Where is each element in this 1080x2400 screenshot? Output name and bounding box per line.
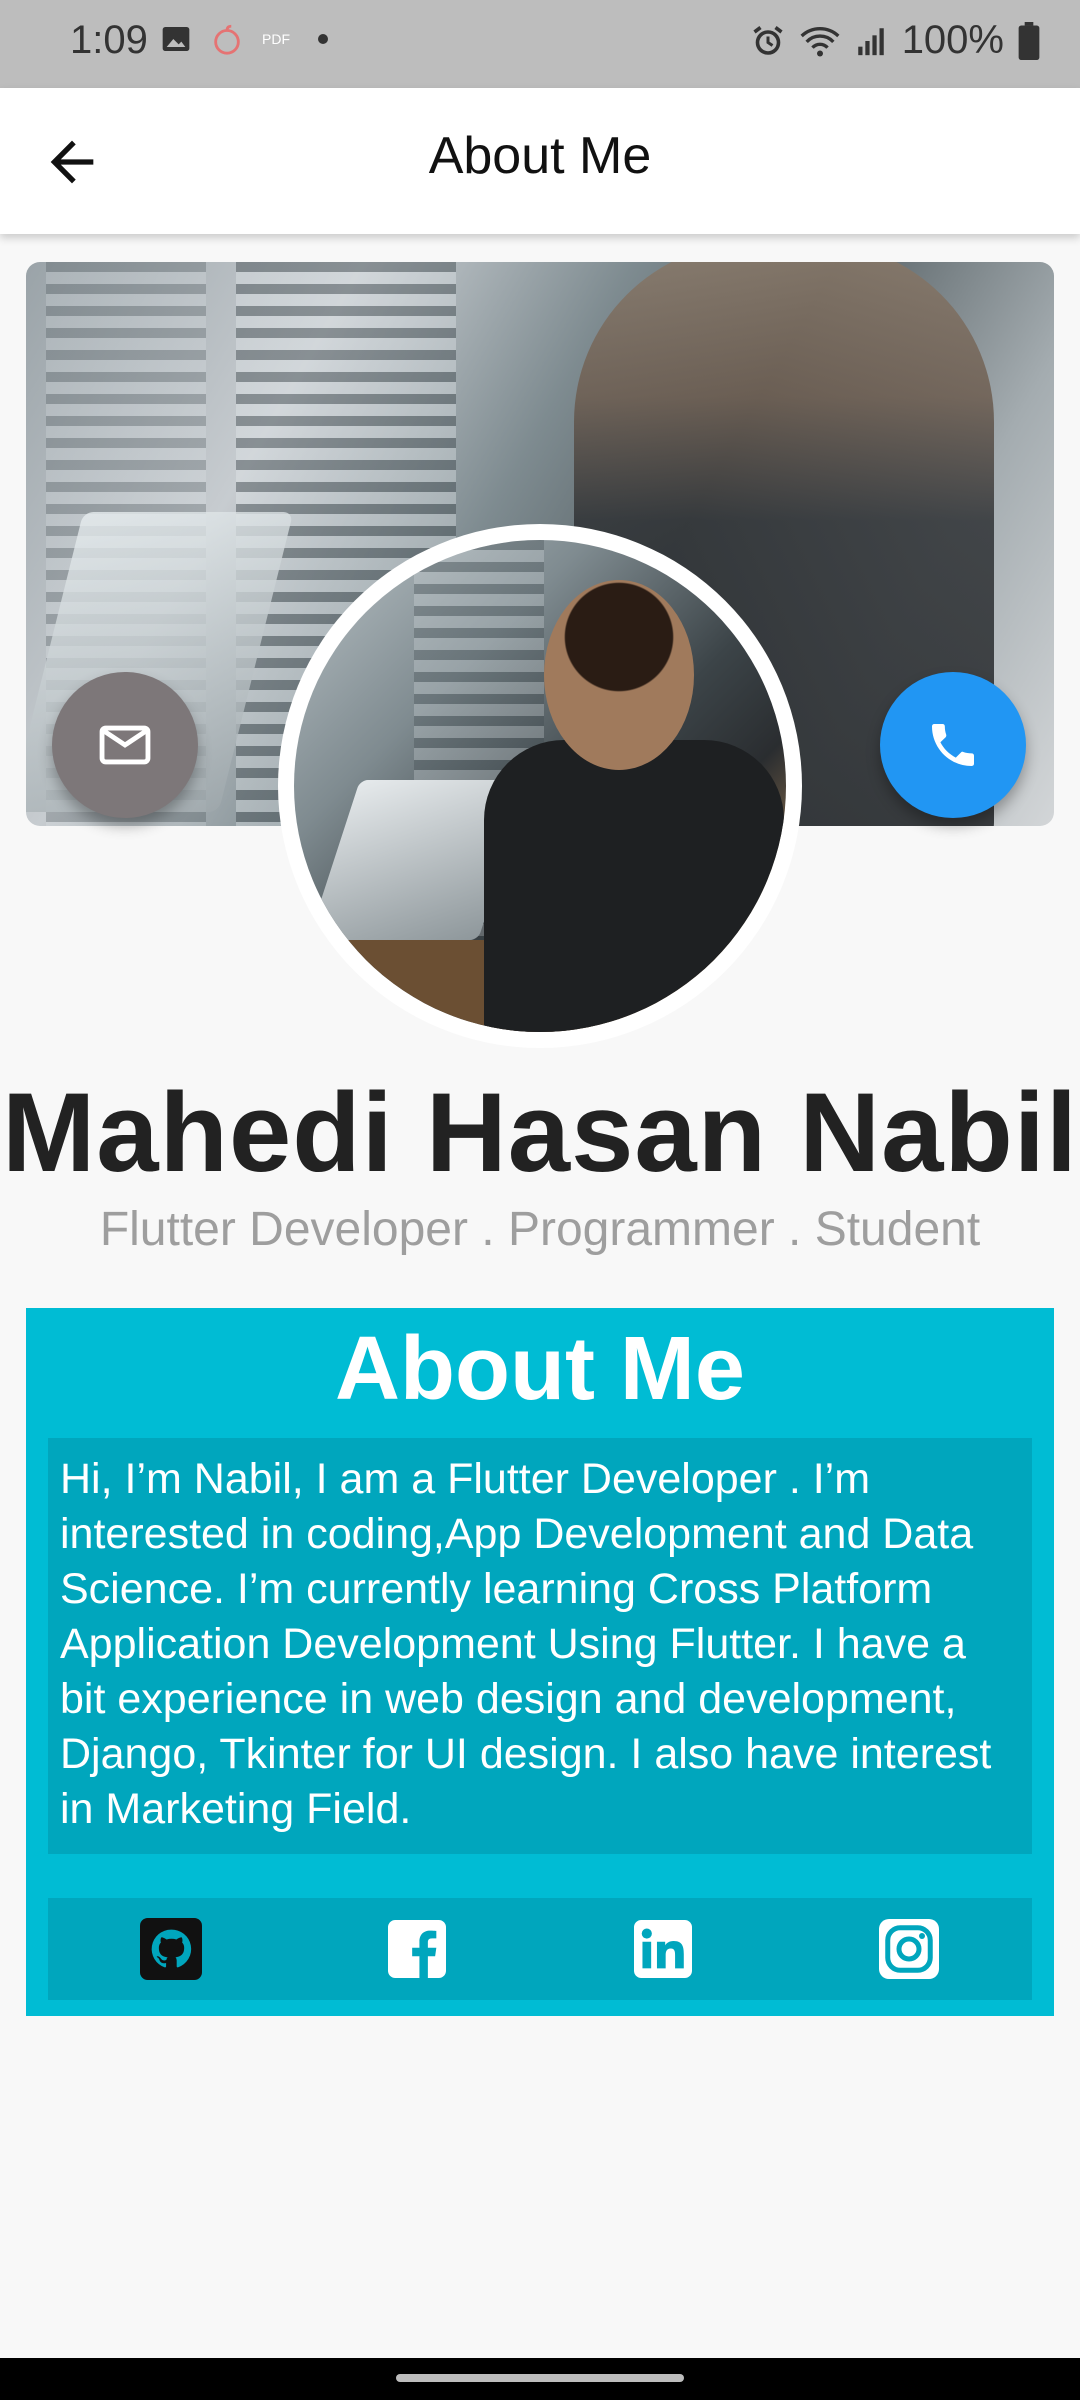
profile-subtitle: Flutter Developer . Programmer . Student [99,1203,981,1256]
system-icons: 100% [750,18,1040,63]
call-button[interactable] [880,672,1026,818]
phone-icon [932,724,974,766]
mail-button[interactable] [52,672,198,818]
about-heading: About Me [335,1319,745,1419]
pdf-icon: PDF [262,31,290,47]
mail-icon [99,725,151,765]
status-bar: 1:09 PDF 100% [0,0,1080,88]
status-time: 1:09 [70,18,148,62]
app-bar: About Me [0,88,1080,234]
battery-percent: 100% [901,18,1004,62]
dot-icon [318,34,328,44]
github-icon [140,1918,202,1980]
home-gesture-handle[interactable] [396,2374,684,2382]
profile-name: Mahedi Hasan Nabil [1,1070,1079,1195]
linkedin-link[interactable] [632,1918,694,1980]
page-title: About Me [428,127,652,185]
apple-icon [214,24,240,55]
instagram-link[interactable] [878,1918,940,1980]
alarm-icon [753,25,783,55]
facebook-link[interactable] [386,1918,448,1980]
signal-icon [857,27,884,55]
avatar [294,540,786,1032]
notification-icons: PDF [160,22,328,56]
about-text-box: Hi, I’m Nabil, I am a Flutter Developer … [48,1438,1032,1854]
social-links [48,1898,1032,2000]
github-link[interactable] [140,1918,202,1980]
image-icon [162,27,190,51]
instagram-icon [879,1919,939,1979]
about-text: Hi, I’m Nabil, I am a Flutter Developer … [60,1455,992,1833]
avatar-body-shape [484,740,784,1032]
about-card: About Me Hi, I’m Nabil, I am a Flutter D… [26,1308,1054,2016]
system-nav-bar [0,2358,1080,2400]
facebook-icon [388,1920,446,1978]
avatar-head-shape [544,580,694,770]
battery-icon [1018,21,1040,60]
linkedin-icon [634,1920,692,1978]
wifi-icon [800,26,840,56]
